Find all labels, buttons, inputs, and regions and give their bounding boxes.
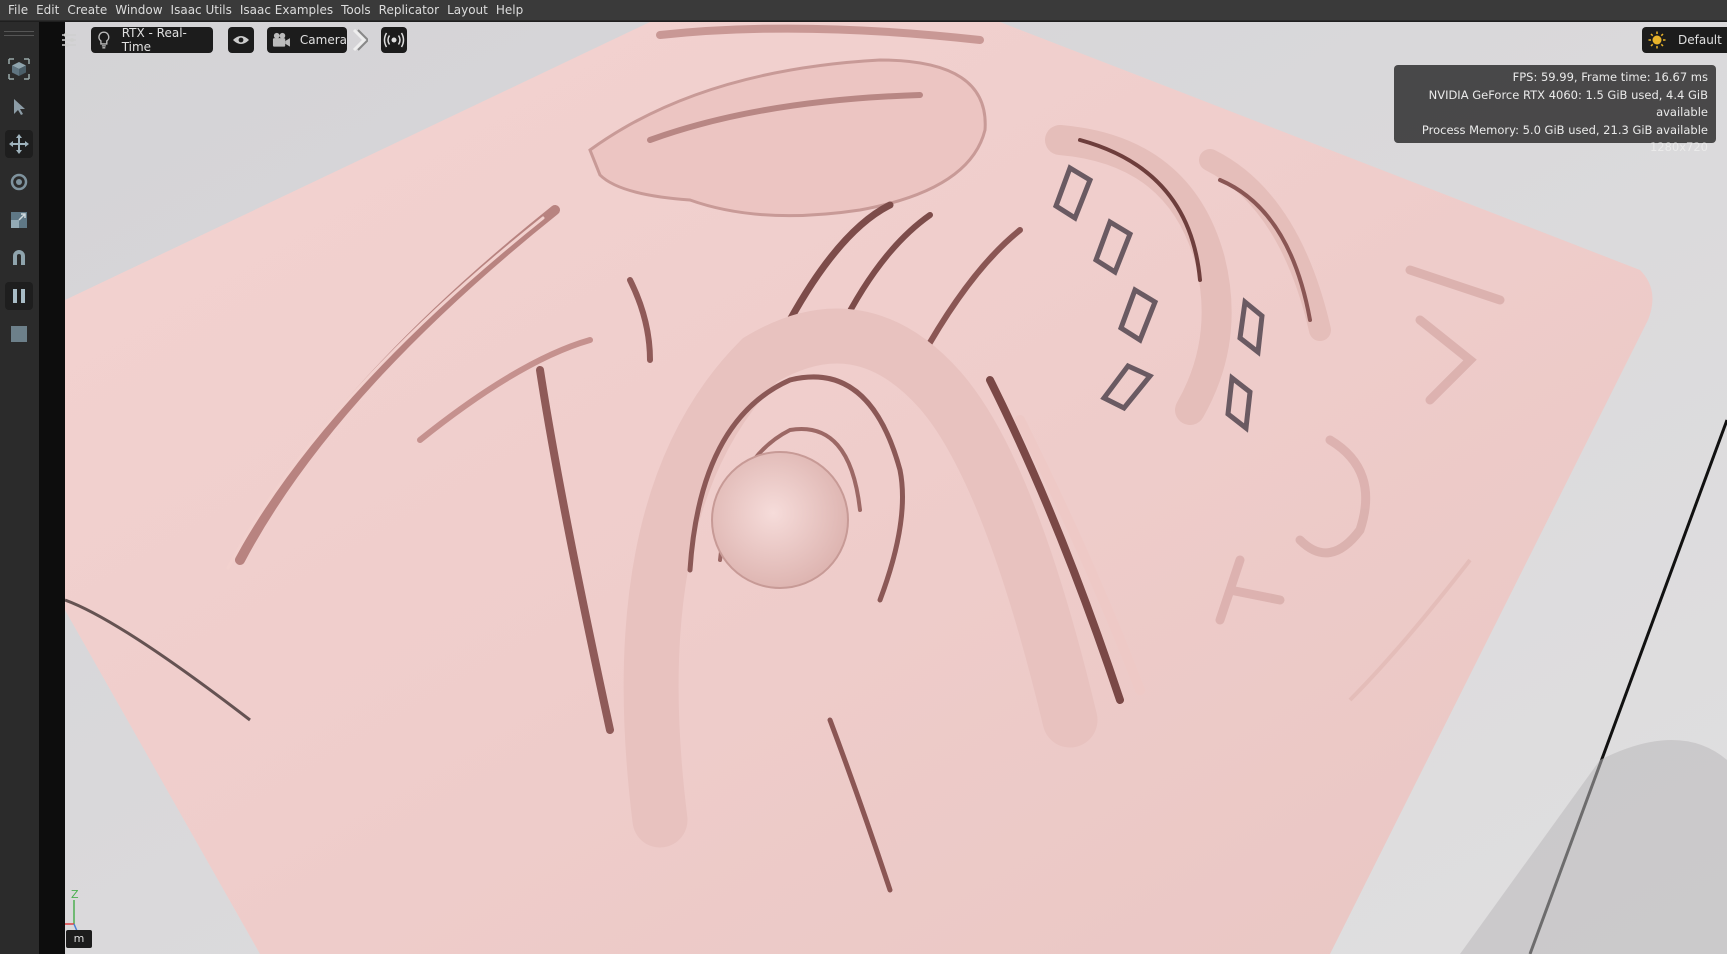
select-cube-icon[interactable] bbox=[5, 55, 33, 83]
stop-icon[interactable] bbox=[5, 320, 33, 348]
menu-isaac-examples[interactable]: Isaac Examples bbox=[236, 0, 337, 21]
sun-icon bbox=[1648, 31, 1666, 49]
viewport[interactable]: Z X bbox=[65, 22, 1727, 954]
rotate-icon[interactable] bbox=[5, 168, 33, 196]
move-icon[interactable] bbox=[5, 130, 33, 158]
menu-bar: File Edit Create Window Isaac Utils Isaa… bbox=[0, 0, 1727, 21]
menu-isaac-utils[interactable]: Isaac Utils bbox=[167, 0, 236, 21]
render-mode-button[interactable]: RTX - Real-Time bbox=[91, 26, 213, 54]
chevron-right-icon[interactable] bbox=[352, 28, 370, 52]
menu-replicator[interactable]: Replicator bbox=[375, 0, 443, 21]
axis-z-label: Z bbox=[71, 888, 79, 901]
units-label[interactable]: m bbox=[66, 930, 92, 948]
eye-icon[interactable] bbox=[228, 27, 254, 53]
render-mode-label: RTX - Real-Time bbox=[121, 26, 187, 54]
menu-file[interactable]: File bbox=[4, 0, 32, 21]
settings-icon[interactable] bbox=[58, 27, 78, 53]
resolution-readout: 1280x720 bbox=[1649, 140, 1708, 155]
menu-help[interactable]: Help bbox=[492, 0, 527, 21]
camera-button[interactable]: Camera bbox=[267, 27, 347, 53]
fps-readout: FPS: 59.99, Frame time: 16.67 ms bbox=[1512, 70, 1708, 84]
menu-edit[interactable]: Edit bbox=[32, 0, 63, 21]
broadcast-icon[interactable] bbox=[381, 27, 407, 53]
lighting-button[interactable]: Default bbox=[1642, 27, 1727, 53]
menu-tools[interactable]: Tools bbox=[337, 0, 375, 21]
performance-stats: FPS: 59.99, Frame time: 16.67 ms NVIDIA … bbox=[1394, 65, 1716, 154]
menu-layout[interactable]: Layout bbox=[443, 0, 492, 21]
snap-magnet-icon[interactable] bbox=[5, 244, 33, 272]
camera-icon bbox=[272, 32, 290, 47]
menu-window[interactable]: Window bbox=[111, 0, 166, 21]
camera-label: Camera bbox=[299, 33, 347, 47]
menu-create[interactable]: Create bbox=[63, 0, 111, 21]
memory-readout: Process Memory: 5.0 GiB used, 21.3 GiB a… bbox=[1421, 122, 1708, 137]
left-toolbar bbox=[0, 22, 39, 954]
viewport-left-border bbox=[39, 22, 65, 954]
pause-icon[interactable] bbox=[5, 282, 33, 310]
bulb-icon bbox=[98, 31, 110, 49]
lighting-label: Default bbox=[1678, 33, 1722, 47]
scale-icon[interactable] bbox=[5, 206, 33, 234]
arrow-icon[interactable] bbox=[5, 93, 33, 121]
scene-render bbox=[65, 22, 1727, 954]
gpu-readout: NVIDIA GeForce RTX 4060: 1.5 GiB used, 4… bbox=[1428, 87, 1708, 120]
